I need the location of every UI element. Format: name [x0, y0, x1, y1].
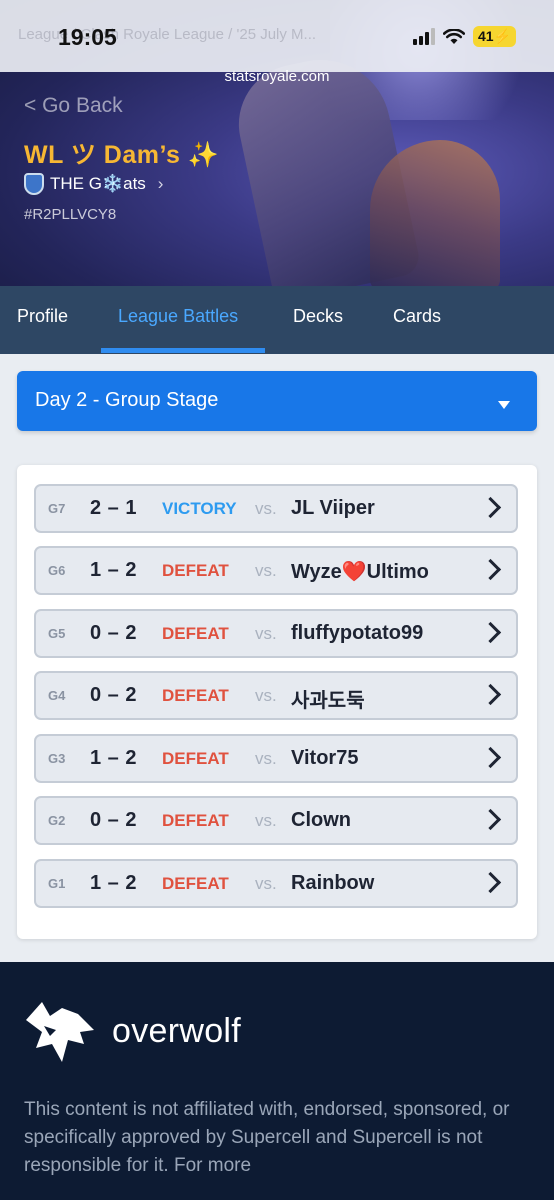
chevron-right-icon — [479, 871, 502, 894]
battle-score: 0 – 2 — [90, 684, 137, 706]
game-number: G7 — [48, 501, 66, 516]
vs-label: vs. — [255, 624, 277, 643]
player-name: WL ツ Dam’s ✨ — [24, 141, 220, 169]
day-select-value: Day 2 - Group Stage — [35, 389, 219, 411]
chevron-right-icon — [479, 683, 502, 706]
battle-score: 1 – 2 — [90, 872, 137, 894]
overwolf-logo-icon — [26, 1002, 94, 1062]
battle-score: 2 – 1 — [90, 497, 137, 519]
opponent-name: 사과도둑 — [291, 690, 365, 712]
chevron-right-icon — [479, 746, 502, 769]
opponent-name: JL Viiper — [291, 497, 375, 519]
active-tab-indicator — [101, 348, 265, 353]
battle-row[interactable]: G3 1 – 2 DEFEAT vs. Vitor75 — [34, 734, 518, 783]
overwolf-brand[interactable]: overwolf — [112, 1012, 241, 1051]
battle-row[interactable]: G6 1 – 2 DEFEAT vs. Wyze❤️Ultimo — [34, 546, 518, 595]
hero-art-character-2 — [370, 140, 500, 286]
clan-link[interactable]: THE G❄️ats › — [24, 173, 163, 195]
caret-down-icon — [498, 401, 510, 409]
status-bar: League / Clash Royale League / '25 July … — [0, 0, 554, 72]
battle-row[interactable]: G5 0 – 2 DEFEAT vs. fluffypotato99 — [34, 609, 518, 658]
battle-score: 0 – 2 — [90, 622, 137, 644]
opponent-name: fluffypotato99 — [291, 622, 424, 644]
wifi-icon — [442, 28, 465, 44]
battle-row[interactable]: G4 0 – 2 DEFEAT vs. 사과도둑 — [34, 671, 518, 720]
clan-badge-icon — [24, 173, 44, 195]
game-number: G2 — [48, 813, 66, 828]
battle-result: DEFEAT — [162, 561, 229, 580]
battery-icon: 41⚡ — [472, 26, 516, 47]
tab-league-battles[interactable]: League Battles — [118, 306, 238, 327]
vs-label: vs. — [255, 686, 277, 705]
vs-label: vs. — [255, 874, 277, 893]
day-select[interactable]: Day 2 - Group Stage — [17, 371, 537, 431]
status-icons: 41⚡ — [412, 26, 516, 47]
go-back-link[interactable]: < Go Back — [24, 94, 123, 118]
vs-label: vs. — [255, 749, 277, 768]
battle-result: DEFEAT — [162, 874, 229, 893]
player-tag: #R2PLLVCY8 — [24, 206, 117, 223]
cellular-signal-icon — [412, 28, 435, 45]
opponent-name: Wyze❤️Ultimo — [291, 561, 429, 583]
browser-url[interactable]: statsroyale.com — [0, 68, 554, 85]
chevron-right-icon — [479, 808, 502, 831]
site-footer: overwolf This content is not affiliated … — [0, 962, 554, 1200]
battle-row[interactable]: G2 0 – 2 DEFEAT vs. Clown — [34, 796, 518, 845]
battle-score: 1 – 2 — [90, 747, 137, 769]
battles-list: G7 2 – 1 VICTORY vs. JL Viiper G6 1 – 2 … — [17, 465, 537, 939]
battle-row[interactable]: G7 2 – 1 VICTORY vs. JL Viiper — [34, 484, 518, 533]
tab-cards[interactable]: Cards — [393, 306, 441, 327]
vs-label: vs. — [255, 499, 277, 518]
vs-label: vs. — [255, 811, 277, 830]
chevron-right-icon: › — [157, 174, 164, 193]
game-number: G1 — [48, 876, 66, 891]
game-number: G6 — [48, 563, 66, 578]
game-number: G4 — [48, 688, 66, 703]
vs-label: vs. — [255, 561, 277, 580]
chevron-right-icon — [479, 496, 502, 519]
battle-result: DEFEAT — [162, 811, 229, 830]
opponent-name: Rainbow — [291, 872, 375, 894]
battle-score: 0 – 2 — [90, 809, 137, 831]
opponent-name: Clown — [291, 809, 351, 831]
chevron-right-icon — [479, 621, 502, 644]
battle-result: DEFEAT — [162, 749, 229, 768]
battle-result: VICTORY — [162, 499, 237, 518]
battle-result: DEFEAT — [162, 624, 229, 643]
opponent-name: Vitor75 — [291, 747, 359, 769]
status-time: 19:05 — [58, 24, 117, 50]
clan-name: THE G❄️ats — [50, 174, 146, 193]
battery-level: 41 — [477, 28, 494, 44]
tab-decks[interactable]: Decks — [293, 306, 343, 327]
game-number: G5 — [48, 626, 66, 641]
battle-result: DEFEAT — [162, 686, 229, 705]
game-number: G3 — [48, 751, 66, 766]
disclaimer-text: This content is not affiliated with, end… — [24, 1099, 510, 1176]
chevron-right-icon — [479, 558, 502, 581]
tab-bar: Profile League Battles Decks Cards — [0, 286, 554, 354]
battle-row[interactable]: G1 1 – 2 DEFEAT vs. Rainbow — [34, 859, 518, 908]
battle-score: 1 – 2 — [90, 559, 137, 581]
tab-profile[interactable]: Profile — [17, 306, 68, 327]
